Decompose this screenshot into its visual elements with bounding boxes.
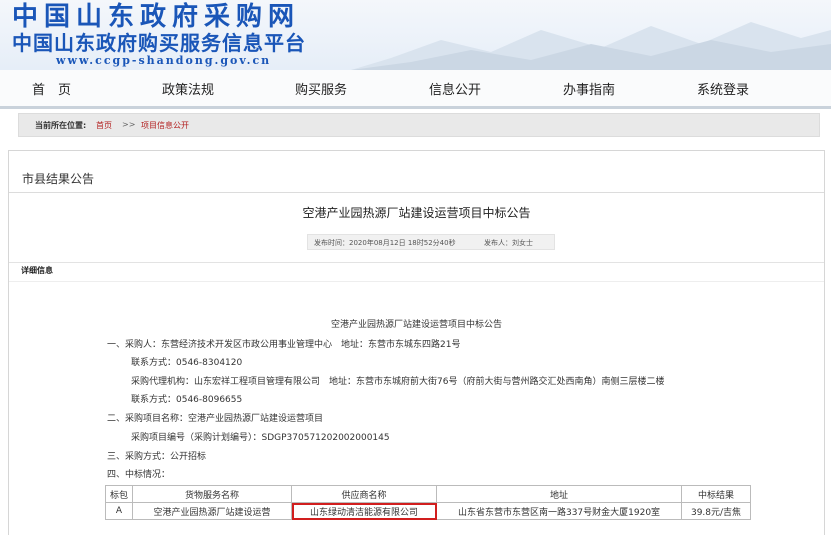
cell-lot: A xyxy=(104,502,134,520)
agency-contact-line: 联系方式：0546-8096655 xyxy=(131,395,243,405)
table-row: A 空港产业园热源厂站建设运营 山东绿动清洁能源有限公司 山东省东营市东营区南一… xyxy=(104,502,752,520)
column-header-result: 中标结果 xyxy=(681,485,752,503)
nav-item-info-disclosure[interactable]: 信息公开 xyxy=(429,79,481,98)
publisher: 发布人：刘女士 xyxy=(484,239,533,247)
column-header-address: 地址 xyxy=(436,485,683,503)
award-heading-line: 四、中标情况： xyxy=(107,470,171,480)
breadcrumb-current-link[interactable]: 项目信息公开 xyxy=(141,120,189,131)
column-header-item: 货物服务名称 xyxy=(132,485,293,503)
divider xyxy=(9,281,824,282)
notice-title: 空港产业园热源厂站建设运营项目中标公告 xyxy=(302,206,531,220)
publish-meta: 发布时间：2020年08月12日 18时52分40秒 发布人：刘女士 xyxy=(307,234,555,250)
divider xyxy=(9,262,824,263)
divider xyxy=(9,192,824,193)
panel-title: 市县结果公告 xyxy=(22,172,95,186)
body-title: 空港产业园热源厂站建设运营项目中标公告 xyxy=(330,320,502,330)
column-header-supplier: 供应商名称 xyxy=(291,485,438,503)
main-nav: 首 页 政策法规 购买服务 信息公开 办事指南 系统登录 xyxy=(0,70,831,109)
nav-item-login[interactable]: 系统登录 xyxy=(697,79,749,98)
column-header-lot: 标包 xyxy=(104,485,134,503)
breadcrumb-label: 当前所在位置: xyxy=(35,121,87,130)
cell-address: 山东省东营市东营区南一路337号财金大厦1920室 xyxy=(436,502,683,520)
purchaser-line: 一、采购人：东营经济技术开发区市政公用事业管理中心 地址：东营市东城东四路21号 xyxy=(107,340,461,350)
site-header: 中国山东政府采购网 中国山东政府购买服务信息平台 www.ccgp-shando… xyxy=(0,0,831,70)
publish-time: 发布时间：2020年08月12日 18时52分40秒 xyxy=(314,239,456,247)
purchaser-contact-line: 联系方式：0546-8304120 xyxy=(131,358,243,368)
nav-item-guide[interactable]: 办事指南 xyxy=(563,79,615,98)
nav-item-policy[interactable]: 政策法规 xyxy=(162,79,214,98)
breadcrumb: 当前所在位置: 首页 >> 项目信息公开 xyxy=(18,113,820,137)
award-table: 标包 货物服务名称 供应商名称 地址 中标结果 A 空港产业园热源厂站建设运营 … xyxy=(104,485,752,520)
breadcrumb-separator: >> xyxy=(122,120,136,129)
agency-line: 采购代理机构：山东宏祥工程项目管理有限公司 地址：东营市东城府前大街76号（府前… xyxy=(131,377,665,387)
content-panel: 市县结果公告 空港产业园热源厂站建设运营项目中标公告 发布时间：2020年08月… xyxy=(8,150,825,535)
site-subtitle: 中国山东政府购买服务信息平台 xyxy=(12,31,306,55)
nav-item-purchase-service[interactable]: 购买服务 xyxy=(295,79,347,98)
breadcrumb-home-link[interactable]: 首页 xyxy=(96,120,112,131)
cell-item: 空港产业园热源厂站建设运营 xyxy=(132,502,293,520)
project-number-line: 采购项目编号（采购计划编号）：SDGP370571202002000145 xyxy=(131,433,390,443)
site-url[interactable]: www.ccgp-shandong.gov.cn xyxy=(56,54,271,67)
site-title: 中国山东政府采购网 xyxy=(12,2,301,32)
detail-section-label: 详细信息 xyxy=(21,266,53,275)
nav-item-home[interactable]: 首 页 xyxy=(32,79,71,98)
project-name-line: 二、采购项目名称：空港产业园热源厂站建设运营项目 xyxy=(107,414,324,424)
procurement-method-line: 三、采购方式：公开招标 xyxy=(107,452,207,462)
table-header-row: 标包 货物服务名称 供应商名称 地址 中标结果 xyxy=(104,485,752,503)
cell-supplier-highlighted: 山东绿动清洁能源有限公司 xyxy=(291,502,438,520)
cell-result: 39.8元/吉焦 xyxy=(681,502,752,520)
mountain-banner-graphic xyxy=(351,22,831,70)
